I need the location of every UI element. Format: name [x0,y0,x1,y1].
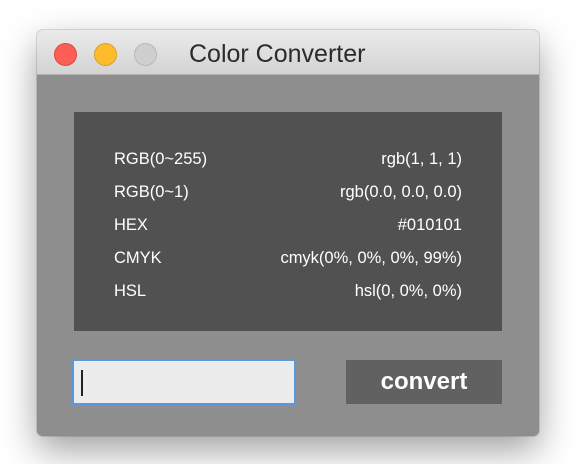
result-label: RGB(0~1) [114,183,189,201]
convert-button[interactable]: convert [346,360,502,404]
zoom-window-icon[interactable] [134,43,157,66]
result-value: rgb(1, 1, 1) [381,150,462,168]
result-label: CMYK [114,249,162,267]
close-window-icon[interactable] [54,43,77,66]
result-label: HEX [114,216,148,234]
result-row-hsl: HSL hsl(0, 0%, 0%) [114,279,462,303]
result-value: cmyk(0%, 0%, 0%, 99%) [280,249,462,267]
text-caret [81,370,83,396]
result-label: RGB(0~255) [114,150,208,168]
result-value: hsl(0, 0%, 0%) [354,282,462,300]
window-title: Color Converter [189,40,366,68]
result-label: HSL [114,282,147,300]
content-area: RGB(0~255) rgb(1, 1, 1) RGB(0~1) rgb(0.0… [37,75,539,436]
minimize-window-icon[interactable] [94,43,117,66]
title-bar[interactable]: Color Converter [37,30,539,75]
result-row-rgb255: RGB(0~255) rgb(1, 1, 1) [114,147,462,171]
result-value: rgb(0.0, 0.0, 0.0) [340,183,462,201]
result-row-hex: HEX #010101 [114,213,462,237]
result-value: #010101 [397,216,462,234]
results-panel: RGB(0~255) rgb(1, 1, 1) RGB(0~1) rgb(0.0… [74,112,502,331]
app-window: Color Converter RGB(0~255) rgb(1, 1, 1) … [37,30,539,436]
result-row-rgb1: RGB(0~1) rgb(0.0, 0.0, 0.0) [114,180,462,204]
result-row-cmyk: CMYK cmyk(0%, 0%, 0%, 99%) [114,246,462,270]
color-input-field[interactable] [72,359,296,405]
